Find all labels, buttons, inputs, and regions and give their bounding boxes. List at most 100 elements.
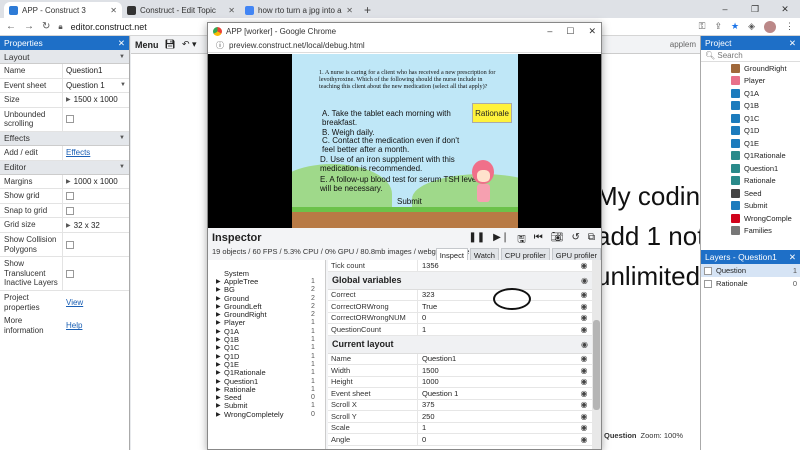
property-link[interactable]: Help [66,321,82,330]
chevron-down-icon[interactable]: ▼ [120,82,126,88]
minimize-button[interactable]: – [547,26,552,37]
watch-eye-icon[interactable]: ◉ [576,400,592,409]
property-value[interactable] [63,233,129,256]
variable-value[interactable]: 375 [418,400,576,409]
checkbox[interactable] [66,269,74,278]
expand-icon[interactable]: ▶ [216,303,224,310]
bookmark-star-icon[interactable]: ★ [731,21,739,32]
menu-button[interactable]: Menu [135,40,159,50]
browser-tab[interactable]: Construct - Edit Topic ✕ [122,2,240,18]
expand-icon[interactable]: ▶ [66,96,71,103]
property-value[interactable]: Question 1 ▼ [63,79,129,93]
debug-url[interactable]: preview.construct.net/local/debug.html [229,41,365,50]
expand-icon[interactable]: ▶ [216,369,224,376]
project-item[interactable]: WrongComple [701,212,800,225]
watch-eye-icon[interactable]: ◉ [576,389,592,398]
expand-icon[interactable]: ▶ [216,295,224,302]
watch-eye-icon[interactable]: ◉ [576,412,592,421]
expand-icon[interactable]: ▶ [216,386,224,393]
project-search-input[interactable]: 🔍︎ Search [701,50,800,62]
close-window-button[interactable]: ✕ [770,0,800,18]
undo-icon[interactable]: ↶ ▾ [182,39,197,50]
collapse-icon[interactable]: ▼ [119,135,125,141]
browser-tab[interactable]: APP - Construct 3 ✕ [4,2,122,18]
save-icon[interactable]: 💾︎ [165,39,176,50]
project-item[interactable]: Q1A [701,87,800,100]
layer-visible-checkbox[interactable] [704,279,712,288]
restart-icon[interactable]: ↺ [571,232,579,249]
browser-tab[interactable]: how rto turn a jpg into a phot... ✕ [240,2,358,18]
property-value[interactable] [63,204,129,218]
watch-eye-icon[interactable]: ◉ [576,423,592,432]
share-icon[interactable]: ⇪ [714,21,722,32]
project-item[interactable]: GroundRight [701,62,800,75]
watch-eye-icon[interactable]: ◉ [576,290,592,299]
project-item[interactable]: Q1C [701,112,800,125]
expand-icon[interactable]: ▶ [216,278,224,285]
pause-icon[interactable]: ❚❚ [468,232,485,249]
checkbox[interactable] [66,191,74,200]
load-icon[interactable]: ⏮︎ [534,232,543,249]
watch-eye-icon[interactable]: ◉ [576,325,592,334]
project-item[interactable]: Q1E [701,137,800,150]
variable-value[interactable]: 0 [418,313,576,322]
project-item[interactable]: Seed [701,187,800,200]
variable-value[interactable]: 1 [418,325,576,334]
object-tree-item[interactable]: ▶ WrongCompletely 0 [208,410,325,419]
close-icon[interactable]: ✕ [118,38,125,49]
variable-value[interactable]: Question 1 [418,389,576,398]
close-window-button[interactable]: ✕ [588,26,596,37]
user-name[interactable]: applem [670,40,696,49]
maximize-button[interactable]: ❐ [740,0,770,18]
project-item[interactable]: Q1B [701,100,800,113]
watch-eye-icon[interactable]: ◉ [576,366,592,375]
popout-icon[interactable]: ⧉ [588,232,595,249]
game-viewport[interactable]: 1. A nurse is caring for a client who ha… [208,54,601,228]
expand-icon[interactable]: ▶ [216,411,224,418]
expand-icon[interactable]: ▶ [216,344,224,351]
watch-eye-icon[interactable]: ◉ [581,340,588,349]
property-value[interactable]: ▶ 32 x 32 [63,218,129,232]
expand-icon[interactable]: ▶ [66,222,71,229]
project-item[interactable]: Player [701,75,800,88]
property-value[interactable]: Effects [63,146,129,160]
layer-visible-checkbox[interactable] [704,266,712,275]
forward-icon[interactable]: → [24,21,34,32]
save-icon[interactable]: 🖫︎ [517,232,526,249]
checkbox[interactable] [66,206,74,215]
url-field[interactable]: editor.construct.net [71,22,147,32]
project-item[interactable]: Q1D [701,125,800,138]
property-section[interactable]: Layout ▼ [0,50,129,64]
option-c[interactable]: C. Contact the medication even if don't … [322,136,462,154]
close-tab-icon[interactable]: ✕ [346,6,353,15]
option-a[interactable]: A. Take the tablet each morning with bre… [322,109,462,127]
project-item[interactable]: Rationale [701,175,800,188]
watch-eye-icon[interactable]: ◉ [576,377,592,386]
option-d[interactable]: D. Use of an iron supplement with this m… [320,155,470,173]
minimize-button[interactable]: – [710,0,740,18]
option-e[interactable]: E. A follow-up blood test for serum TSH … [320,175,480,193]
status-zoom[interactable]: Zoom: 100% [641,431,684,440]
expand-icon[interactable]: ▶ [216,336,224,343]
variable-value[interactable]: 250 [418,412,576,421]
collapse-icon[interactable]: ▼ [119,164,125,170]
project-item[interactable]: Families [701,225,800,238]
close-tab-icon[interactable]: ✕ [110,6,117,15]
profile-avatar[interactable] [764,20,776,33]
property-value[interactable] [63,257,129,290]
vertical-scrollbar[interactable] [592,260,601,449]
expand-icon[interactable]: ▶ [216,328,224,335]
property-value[interactable] [63,189,129,203]
property-link[interactable]: View [66,298,83,307]
extensions-icon[interactable]: ◈ [748,21,755,32]
checkbox[interactable] [66,240,74,249]
project-item[interactable]: Submit [701,200,800,213]
property-section[interactable]: Effects ▼ [0,131,129,146]
watch-eye-icon[interactable]: ◉ [576,354,592,363]
close-tab-icon[interactable]: ✕ [228,6,235,15]
key-icon[interactable]: ⚿ [699,21,706,32]
expand-icon[interactable]: ▶ [216,353,224,360]
project-item[interactable]: Question1 [701,162,800,175]
maximize-button[interactable]: ☐ [566,26,574,37]
rationale-button[interactable]: Rationale [472,103,512,123]
